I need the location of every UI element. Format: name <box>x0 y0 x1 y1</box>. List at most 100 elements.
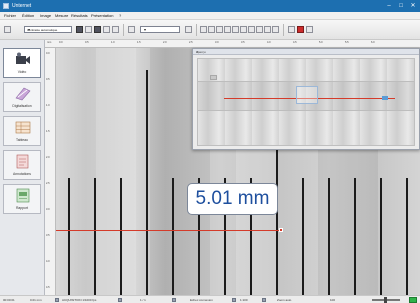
overview-image[interactable] <box>197 58 415 146</box>
status-frame: 1 / 1 <box>140 298 146 302</box>
window-title: Unternet <box>12 3 32 9</box>
specimen-line <box>406 178 408 295</box>
specimen-line <box>120 178 122 295</box>
status-bar: 00:00:01 0.01 mm ACQUISITION 1/1000 fps … <box>0 295 420 303</box>
delete-icon[interactable] <box>297 26 304 33</box>
status-acquisition: ACQUISITION 1/1000 fps <box>62 298 97 302</box>
status-scale: 0.01 mm <box>30 298 42 302</box>
ruler-tick: 2.0 <box>46 156 50 159</box>
vertical-ruler: 0.0 0.5 1.0 1.5 2.0 2.5 3.0 3.5 4.0 4.5 <box>45 48 56 295</box>
menu-image[interactable]: Image <box>40 13 51 19</box>
ruler-tick: 4.5 <box>293 41 297 44</box>
grid-icon[interactable] <box>128 26 135 33</box>
profile-dropdown[interactable]: ▾ <box>140 26 180 33</box>
specimen-line <box>276 134 278 295</box>
ruler-tick: 1.5 <box>46 130 50 133</box>
menu-mesure[interactable]: Mesure <box>55 13 68 19</box>
image-viewer[interactable]: mm 0.0 0.5 1.0 1.5 2.0 2.5 3.0 3.5 4.0 4… <box>45 40 420 295</box>
measurement-label[interactable]: 5.01 mm <box>187 183 278 215</box>
menu-resultats[interactable]: Résultats <box>71 13 88 19</box>
distance-measure-icon[interactable] <box>248 26 255 33</box>
camera-status-icon <box>55 298 59 302</box>
rectangle-measure-icon[interactable] <box>224 26 231 33</box>
zoom-in-icon[interactable] <box>185 26 192 33</box>
ruler-unit: mm <box>47 41 52 44</box>
line-measure-icon[interactable] <box>200 26 207 33</box>
digitize-icon <box>15 87 31 101</box>
arc-measure-icon[interactable] <box>256 26 263 33</box>
video-camera-icon <box>16 52 30 64</box>
specimen-line <box>94 178 96 295</box>
maximize-button[interactable]: □ <box>396 2 406 10</box>
polygon-measure-icon[interactable] <box>232 26 239 33</box>
contrast-dropdown[interactable]: Contraste automatique ▾ <box>24 26 72 33</box>
ruler-tick: 2.5 <box>189 41 193 44</box>
toolbar-separator <box>123 24 124 36</box>
camera-icon[interactable] <box>76 26 83 33</box>
connection-icon <box>172 298 176 302</box>
circle-measure-icon[interactable] <box>208 26 215 33</box>
menu-presentation[interactable]: Présentation <box>91 13 113 19</box>
ruler-tick: 1.0 <box>46 104 50 107</box>
ruler-tick: 0.0 <box>59 41 63 44</box>
count-icon[interactable] <box>272 26 279 33</box>
zoom-slider[interactable] <box>372 297 400 303</box>
toolbar-separator <box>283 24 284 36</box>
toolbar-separator <box>196 24 197 36</box>
point-measure-icon[interactable] <box>240 26 247 33</box>
open-icon[interactable] <box>4 26 11 33</box>
ruler-tick: 6.0 <box>371 41 375 44</box>
sidebar: Vidéo Digitalisation Tableau Annotations <box>0 40 45 295</box>
close-button[interactable]: ✕ <box>408 2 418 10</box>
close-icon[interactable]: ✕ <box>196 49 417 55</box>
status-indicator-icon <box>409 297 417 303</box>
sidebar-item-video[interactable]: Vidéo <box>3 48 41 78</box>
text-annotation-icon[interactable] <box>264 26 271 33</box>
menu-help[interactable]: ? <box>119 13 121 19</box>
specimen-line <box>68 178 70 295</box>
specimen-line <box>172 178 174 295</box>
status-connection: Echec connexion <box>190 298 213 302</box>
sidebar-item-digitalisation[interactable]: Digitalisation <box>3 82 41 112</box>
ruler-tick: 4.0 <box>46 260 50 263</box>
angle-measure-icon[interactable] <box>216 26 223 33</box>
settings-icon[interactable] <box>306 26 313 33</box>
measurement-line[interactable] <box>56 230 282 231</box>
zoom-mode-icon <box>262 298 266 302</box>
zoom-icon <box>232 298 236 302</box>
sidebar-item-tableau[interactable]: Tableau <box>3 116 41 146</box>
ruler-tick: 2.5 <box>46 182 50 185</box>
ruler-tick: 0.5 <box>46 78 50 81</box>
menu-fichier[interactable]: Fichier <box>4 13 16 19</box>
ruler-tick: 1.5 <box>137 41 141 44</box>
status-zoom-mode: Zoom auto <box>277 298 292 302</box>
specimen-line <box>328 178 330 295</box>
ruler-tick: 5.5 <box>345 41 349 44</box>
ruler-tick: 5.0 <box>319 41 323 44</box>
rotate-icon[interactable] <box>103 26 110 33</box>
sidebar-item-label: Annotations <box>13 172 31 176</box>
sidebar-item-annotations[interactable]: Annotations <box>3 150 41 180</box>
ruler-tick: 3.5 <box>46 234 50 237</box>
measurement-handle[interactable] <box>279 228 283 232</box>
overview-panel[interactable]: Aperçu ✕ <box>192 48 420 150</box>
ruler-tick: 0.5 <box>85 41 89 44</box>
ruler-tick: 0.0 <box>46 52 50 55</box>
menu-edition[interactable]: Édition <box>22 13 34 19</box>
status-time: 00:00:01 <box>3 298 15 302</box>
sidebar-item-label: Tableau <box>16 138 28 142</box>
specimen-line <box>146 70 148 295</box>
overview-marker <box>382 96 388 100</box>
select-icon[interactable] <box>288 26 295 33</box>
capture-icon[interactable] <box>94 26 101 33</box>
minimize-button[interactable]: – <box>384 2 394 10</box>
crop-icon[interactable] <box>85 26 92 33</box>
flip-icon[interactable] <box>112 26 119 33</box>
sidebar-item-label: Vidéo <box>17 70 27 74</box>
sidebar-item-rapport[interactable]: Rapport <box>3 184 41 214</box>
overview-viewport[interactable] <box>296 86 318 104</box>
status-ratio: 1:100 <box>240 298 248 302</box>
ruler-tick: 2.0 <box>163 41 167 44</box>
ruler-tick: 4.0 <box>267 41 271 44</box>
annotations-icon <box>16 154 29 169</box>
